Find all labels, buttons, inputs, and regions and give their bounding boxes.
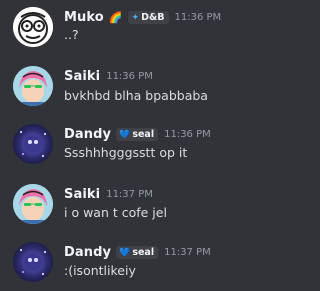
message-item: Muko 🌈 ✦ D&B 11:36 PM ..? (0, 0, 251, 55)
galaxy-character-icon (13, 242, 53, 282)
message-header: Dandy 💙 seal 11:37 PM (64, 245, 211, 260)
server-tag-badge[interactable]: ✦ D&B (127, 11, 169, 24)
username[interactable]: Muko (64, 10, 104, 25)
avatar-muko[interactable] (13, 7, 53, 47)
message-header: Saiki 11:36 PM (64, 69, 153, 84)
message-content: ..? (64, 27, 79, 42)
message-item: Saiki 11:37 PM i o wan t cofe jel (0, 178, 251, 233)
timestamp: 11:36 PM (164, 129, 211, 140)
message-item: Dandy 💙 seal 11:37 PM :(isontlikeiy (0, 236, 251, 291)
timestamp: 11:37 PM (106, 189, 153, 200)
message-content: :(isontlikeiy (64, 263, 136, 278)
username[interactable]: Dandy (64, 127, 111, 142)
seal-badge[interactable]: 💙 seal (116, 128, 159, 141)
anime-character-icon (13, 66, 53, 106)
server-tag-label: D&B (141, 12, 165, 23)
username[interactable]: Dandy (64, 245, 111, 260)
sketch-face-icon (13, 7, 53, 47)
seal-label: seal (132, 129, 155, 140)
username[interactable]: Saiki (64, 187, 100, 202)
avatar-dandy[interactable] (13, 124, 53, 164)
galaxy-character-icon (13, 124, 53, 164)
timestamp: 11:36 PM (174, 12, 222, 23)
message-content: Ssshhhgggsstt op it (64, 145, 188, 160)
username[interactable]: Saiki (64, 69, 100, 84)
avatar-dandy[interactable] (13, 242, 53, 282)
seal-label: seal (132, 247, 155, 258)
anime-character-icon (13, 184, 53, 224)
heart-icon: 💙 (119, 129, 131, 140)
message-content: bvkhbd blha bpabbaba (64, 88, 208, 103)
seal-badge[interactable]: 💙 seal (116, 246, 159, 259)
heart-icon: 💙 (119, 247, 131, 258)
message-header: Dandy 💙 seal 11:36 PM (64, 127, 211, 142)
message-item: Saiki 11:36 PM bvkhbd blha bpabbaba (0, 60, 251, 115)
message-item: Dandy 💙 seal 11:36 PM Ssshhhgggsstt op i… (0, 118, 251, 173)
diamond-icon: ✦ (131, 12, 140, 23)
timestamp: 11:36 PM (106, 71, 153, 82)
timestamp: 11:37 PM (164, 247, 211, 258)
rainbow-icon: 🌈 (108, 11, 123, 24)
avatar-saiki[interactable] (13, 184, 53, 224)
avatar-saiki[interactable] (13, 66, 53, 106)
message-header: Muko 🌈 ✦ D&B 11:36 PM (64, 10, 221, 25)
message-content: i o wan t cofe jel (64, 205, 167, 220)
message-header: Saiki 11:37 PM (64, 187, 153, 202)
